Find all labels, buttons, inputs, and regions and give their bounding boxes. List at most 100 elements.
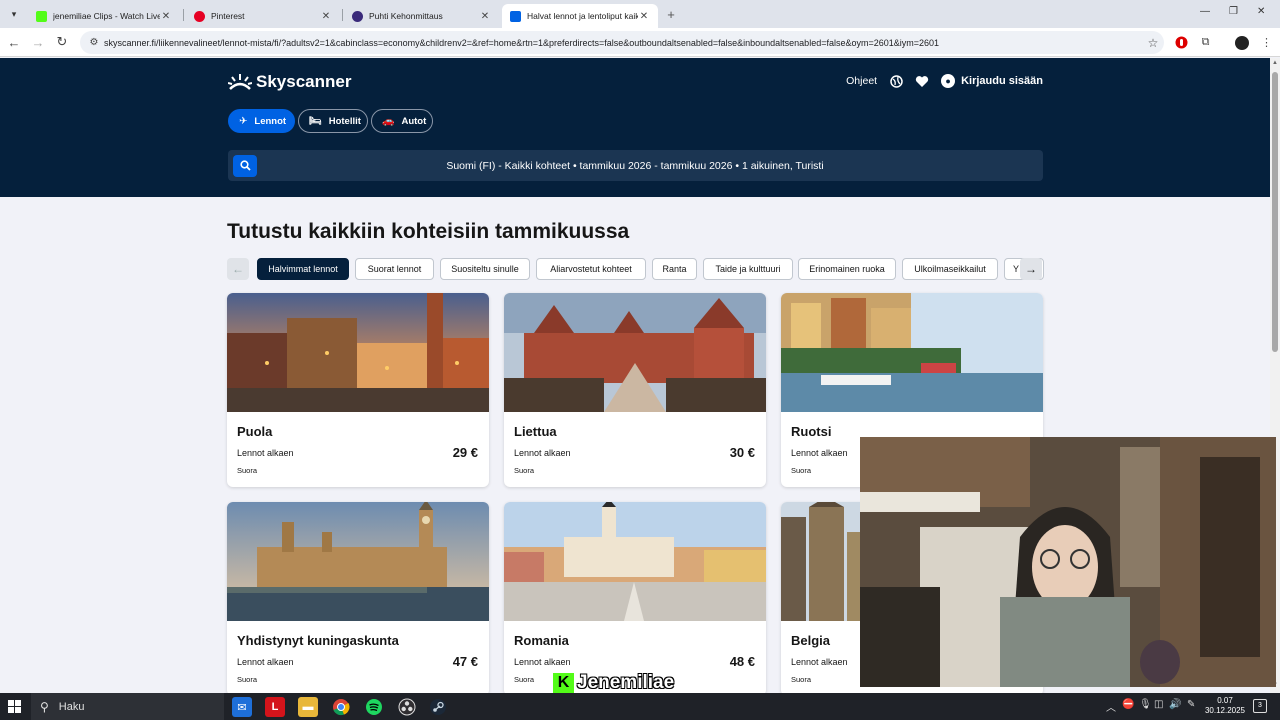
destination-card-poland[interactable]: Puola Lennot alkaen 29 € Suora (227, 293, 489, 487)
destination-name: Yhdistynyt kuningaskunta (237, 633, 399, 648)
nav-hotels-button[interactable]: 🛏 Hotellit (298, 109, 368, 133)
watermark-text: Jenemiliae (577, 672, 675, 693)
skyscanner-favicon-icon (510, 10, 521, 22)
globe-icon[interactable] (889, 74, 903, 88)
scroll-up-icon[interactable]: ▲ (1270, 60, 1280, 70)
login-button[interactable]: ● Kirjaudu sisään (941, 74, 1043, 88)
chip-recommended[interactable]: Suositeltu sinulle (440, 258, 530, 280)
chip-beach[interactable]: Ranta (652, 258, 697, 280)
tab-kick-clips[interactable]: jenemiliae Clips - Watch Live on ✕ (28, 4, 180, 28)
microphone-icon[interactable]: 🎙 (1139, 699, 1152, 710)
kick-favicon-icon (36, 10, 47, 22)
destination-card-lithuania[interactable]: Liettua Lennot alkaen 30 € Suora (504, 293, 766, 487)
windows-start-icon[interactable] (8, 700, 21, 713)
taskbar-clock[interactable]: 0.07 30.12.2025 (1200, 696, 1250, 716)
nav-label: Autot (401, 115, 427, 127)
extensions-puzzle-icon[interactable]: ⧉ (1198, 35, 1213, 50)
tab-skyscanner[interactable]: Halvat lennot ja lentoliput kaikki ✕ (502, 4, 658, 28)
chip-underrated[interactable]: Aliarvostetut kohteet (536, 258, 646, 280)
url-text[interactable]: skyscanner.fi/liikennevalineet/lennot-mi… (104, 38, 1142, 48)
nav-label: Lennot (254, 115, 287, 127)
clock-date: 30.12.2025 (1204, 706, 1246, 715)
reload-icon[interactable]: ↻ (54, 34, 70, 50)
minimize-button[interactable]: — (1200, 6, 1210, 17)
browser-toolbar: ← → ↻ ⚙ skyscanner.fi/liikennevalineet/l… (0, 28, 1280, 57)
skyscanner-logo[interactable]: Skyscanner (228, 72, 351, 92)
nav-cars-button[interactable]: 🚗 Autot (371, 109, 433, 133)
close-tab-icon[interactable]: ✕ (479, 11, 491, 22)
tab-search-icon[interactable]: ▾ (4, 4, 24, 24)
car-icon: 🚗 (382, 115, 395, 127)
forward-icon[interactable]: → (30, 34, 46, 50)
site-header: Skyscanner Ohjeet ● Kirjaudu sisään ✈ Le… (0, 58, 1270, 197)
close-window-button[interactable]: ✕ (1257, 6, 1265, 17)
price-from-label: Lennot alkaen (791, 657, 848, 667)
tab-title: Pinterest (211, 11, 245, 21)
webcam-overlay (860, 437, 1276, 687)
price-from-label: Lennot alkaen (791, 448, 848, 458)
tab-puhti[interactable]: Puhti Kehonmittaus ✕ (344, 4, 499, 28)
close-tab-icon[interactable]: ✕ (638, 11, 650, 22)
tab-title: Halvat lennot ja lentoliput kaikki (527, 11, 638, 21)
nav-label: Hotellit (328, 115, 361, 127)
taskbar-search[interactable]: ⚲ Haku (31, 693, 224, 720)
search-summary-bar[interactable]: Suomi (FI) - Kaikki kohteet • tammikuu 2… (228, 150, 1043, 181)
search-summary-text[interactable]: Suomi (FI) - Kaikki kohteet • tammikuu 2… (257, 160, 1043, 172)
chrome-icon[interactable] (331, 697, 351, 717)
destination-name: Romania (514, 633, 569, 648)
bed-icon: 🛏 (309, 115, 322, 127)
volume-icon[interactable]: 🔊 (1169, 699, 1181, 710)
scrollbar-thumb[interactable] (1272, 72, 1278, 352)
close-tab-icon[interactable]: ✕ (160, 11, 172, 22)
price-value: 29 € (452, 445, 478, 460)
site-info-icon[interactable]: ⚙ (84, 37, 104, 48)
steam-icon[interactable] (428, 697, 448, 717)
close-tab-icon[interactable]: ✕ (320, 11, 332, 22)
restore-button[interactable]: ❐ (1229, 6, 1238, 17)
address-bar[interactable]: ⚙ skyscanner.fi/liikennevalineet/lennot-… (80, 31, 1164, 54)
nav-flights-button[interactable]: ✈ Lennot (228, 109, 295, 133)
heart-icon[interactable] (915, 74, 929, 88)
help-link[interactable]: Ohjeet (846, 75, 877, 87)
streamer-watermark: K Jenemiliae (553, 672, 674, 694)
back-icon[interactable]: ← (6, 34, 22, 50)
destination-name: Belgia (791, 633, 831, 648)
price-from-label: Lennot alkaen (514, 448, 571, 458)
bookmark-star-icon[interactable]: ☆ (1142, 36, 1164, 50)
new-tab-button[interactable]: + (662, 5, 680, 23)
romania-photo (504, 502, 766, 621)
user-icon: ● (941, 74, 956, 88)
chip-art-culture[interactable]: Taide ja kulttuuri (703, 258, 793, 280)
windows-taskbar: ⚲ Haku ✉ L ▬ ︿ ⛔ 🎙 ◫ 🔊 ✎ 0.07 30.12.2025… (0, 693, 1280, 720)
chip-food[interactable]: Erinomainen ruoka (798, 258, 896, 280)
browser-menu-icon[interactable]: ⋮ (1259, 35, 1274, 50)
destination-card-romania[interactable]: Romania Lennot alkaen 48 € Suora (504, 502, 766, 696)
chip-direct[interactable]: Suorat lennot (355, 258, 434, 280)
l-app-icon[interactable]: L (265, 697, 285, 717)
lithuania-photo (504, 293, 766, 412)
search-icon[interactable] (233, 154, 257, 177)
price-value: 30 € (729, 445, 755, 460)
tab-title: Puhti Kehonmittaus (369, 11, 443, 21)
taskbar-search-label: Haku (58, 700, 85, 713)
destination-card-uk[interactable]: Yhdistynyt kuningaskunta Lennot alkaen 4… (227, 502, 489, 696)
chip-outdoor[interactable]: Ulkoilmaseikkailut (902, 258, 998, 280)
extension-red-icon[interactable] (1174, 35, 1189, 50)
pen-icon[interactable]: ✎ (1187, 699, 1195, 710)
notifications-icon[interactable]: 3 (1253, 699, 1267, 713)
filter-chips: Halvimmat lennot Suorat lennot Suositelt… (227, 258, 1044, 281)
network-muted-icon[interactable]: ⛔ (1122, 699, 1134, 710)
file-explorer-icon[interactable]: ▬ (298, 697, 318, 717)
tab-pinterest[interactable]: Pinterest ✕ (186, 4, 340, 28)
tray-overflow-icon[interactable]: ︿ (1106, 699, 1116, 714)
chips-next-arrow-icon[interactable]: → (1020, 258, 1042, 280)
chip-cheapest[interactable]: Halvimmat lennot (257, 258, 349, 280)
mail-app-icon[interactable]: ✉ (232, 697, 252, 717)
direct-label: Suora (514, 675, 535, 684)
obs-icon[interactable] (397, 697, 417, 717)
login-label: Kirjaudu sisään (961, 75, 1043, 87)
profile-avatar-icon[interactable] (1234, 35, 1249, 50)
direct-label: Suora (514, 466, 535, 475)
spotify-icon[interactable] (364, 697, 384, 717)
wifi-icon[interactable]: ◫ (1154, 699, 1163, 710)
